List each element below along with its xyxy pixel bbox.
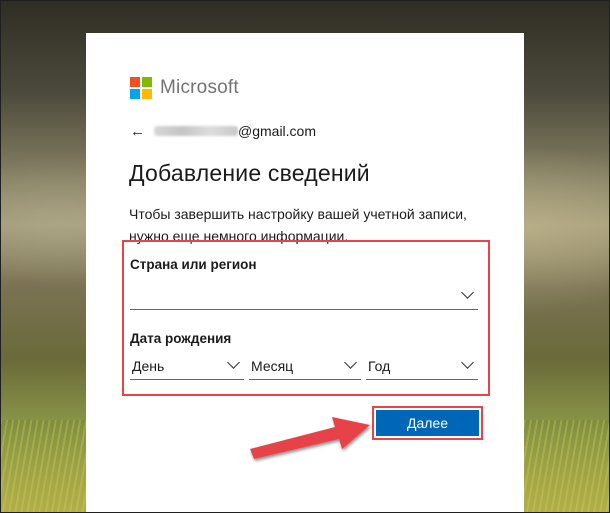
screenshot-border bbox=[0, 0, 610, 513]
